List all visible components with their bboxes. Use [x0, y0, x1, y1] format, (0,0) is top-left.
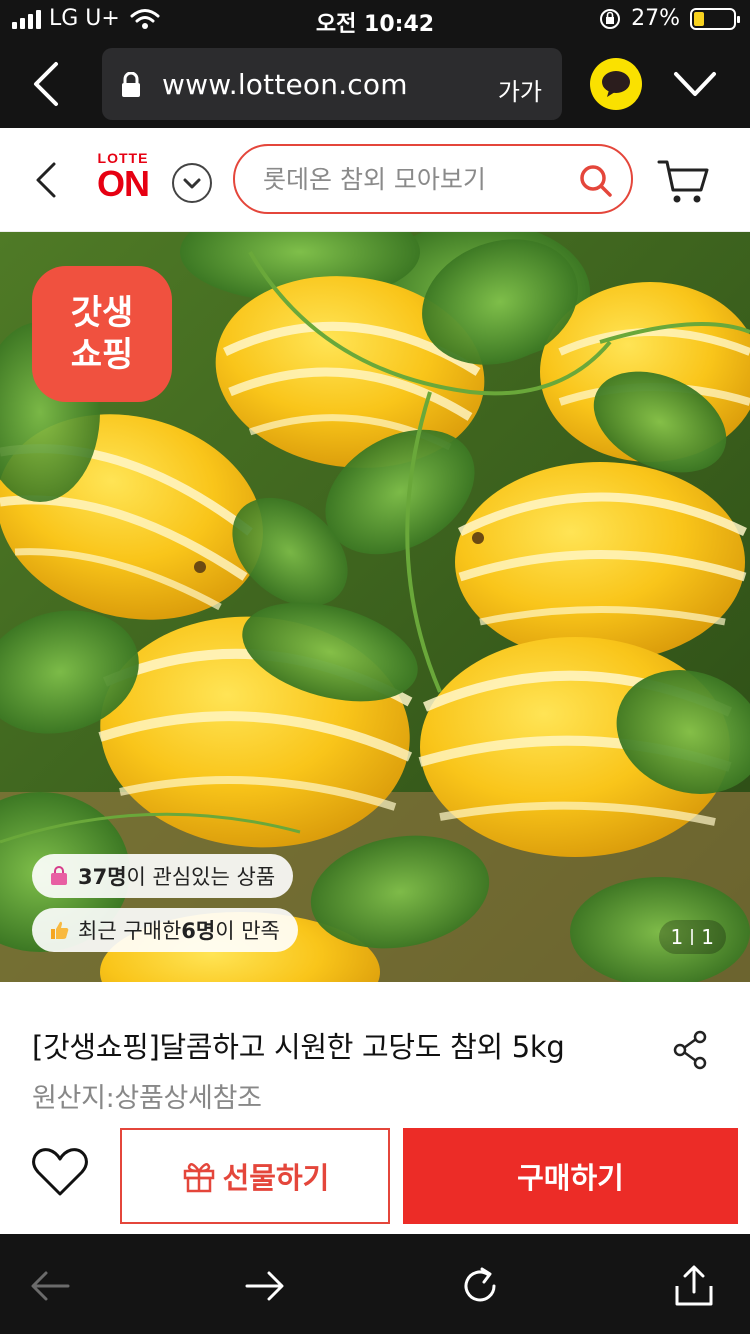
promo-badge-line2: 쇼핑: [70, 335, 134, 375]
buy-button[interactable]: 구매하기: [403, 1128, 738, 1224]
shopping-bag-icon: [51, 866, 67, 885]
search-bar[interactable]: [233, 144, 633, 214]
product-title: [갓생쇼핑]달콤하고 시원한 고당도 참외 5kg: [32, 1030, 565, 1064]
lotte-on-logo[interactable]: LOTTE ON: [90, 150, 156, 210]
browser-bar: www.lotteon.com 가가: [0, 40, 750, 128]
battery-percent: 27%: [631, 6, 680, 31]
kakaotalk-icon: [602, 71, 630, 97]
browser-toolbar: [0, 1234, 750, 1334]
back-icon[interactable]: [30, 158, 60, 202]
search-icon[interactable]: [579, 164, 613, 198]
forward-icon[interactable]: [243, 1264, 287, 1308]
page-current: 1: [670, 925, 684, 949]
product-image[interactable]: 갓생 쇼핑 37명 이 관심있는 상품 최근 구매한 6명 이 만족 1 1: [0, 232, 750, 982]
status-right: 27%: [599, 6, 740, 31]
site-header: LOTTE ON: [0, 128, 750, 232]
buy-label: 구매하기: [517, 1161, 624, 1195]
recent-prefix: 최근 구매한: [78, 919, 182, 943]
promo-badge: 갓생 쇼핑: [32, 266, 172, 402]
url-text: www.lotteon.com: [162, 68, 408, 101]
satisfaction-badge: 최근 구매한 6명 이 만족: [32, 908, 298, 952]
interest-badge: 37명 이 관심있는 상품: [32, 854, 294, 898]
cart-icon[interactable]: [656, 156, 712, 206]
recent-count: 6명: [181, 919, 216, 943]
refresh-icon[interactable]: [458, 1264, 502, 1308]
gift-button[interactable]: 선물하기: [120, 1128, 390, 1224]
status-bar: LG U+ 오전 10:42 27%: [0, 0, 750, 40]
interest-count: 37명: [78, 865, 127, 889]
text-size-button[interactable]: 가가: [498, 72, 542, 107]
product-info: [갓생쇼핑]달콤하고 시원한 고당도 참외 5kg 원산지:상품상세참조: [0, 982, 750, 1122]
page-separator: [691, 929, 694, 945]
kakaotalk-button[interactable]: [590, 58, 642, 110]
search-input[interactable]: [263, 160, 573, 198]
upload-icon[interactable]: [672, 1264, 716, 1308]
mall-dropdown-button[interactable]: [172, 163, 212, 203]
browser-back-icon[interactable]: [22, 58, 70, 110]
interest-text: 이 관심있는 상품: [126, 865, 276, 889]
share-icon[interactable]: [672, 1030, 708, 1070]
battery-icon: [690, 7, 740, 30]
action-bar: 선물하기 구매하기: [0, 1122, 750, 1234]
back-arrow-icon[interactable]: [28, 1264, 72, 1308]
promo-badge-line1: 갓생: [70, 293, 134, 333]
page-total: 1: [701, 925, 714, 949]
address-bar[interactable]: www.lotteon.com 가가: [102, 48, 562, 120]
logo-on: ON: [97, 163, 150, 204]
gift-icon: [183, 1163, 214, 1193]
image-page-indicator: 1 1: [658, 920, 726, 954]
chevron-down-icon: [183, 178, 201, 189]
recent-suffix: 이 만족: [215, 919, 280, 943]
thumbs-up-icon: [51, 921, 69, 939]
orientation-lock-icon: [600, 8, 621, 29]
lock-icon: [122, 72, 140, 97]
gift-label: 선물하기: [222, 1161, 330, 1195]
product-origin: 원산지:상품상세참조: [32, 1083, 262, 1114]
heart-icon[interactable]: [30, 1146, 90, 1200]
chevron-down-icon[interactable]: [672, 64, 718, 104]
